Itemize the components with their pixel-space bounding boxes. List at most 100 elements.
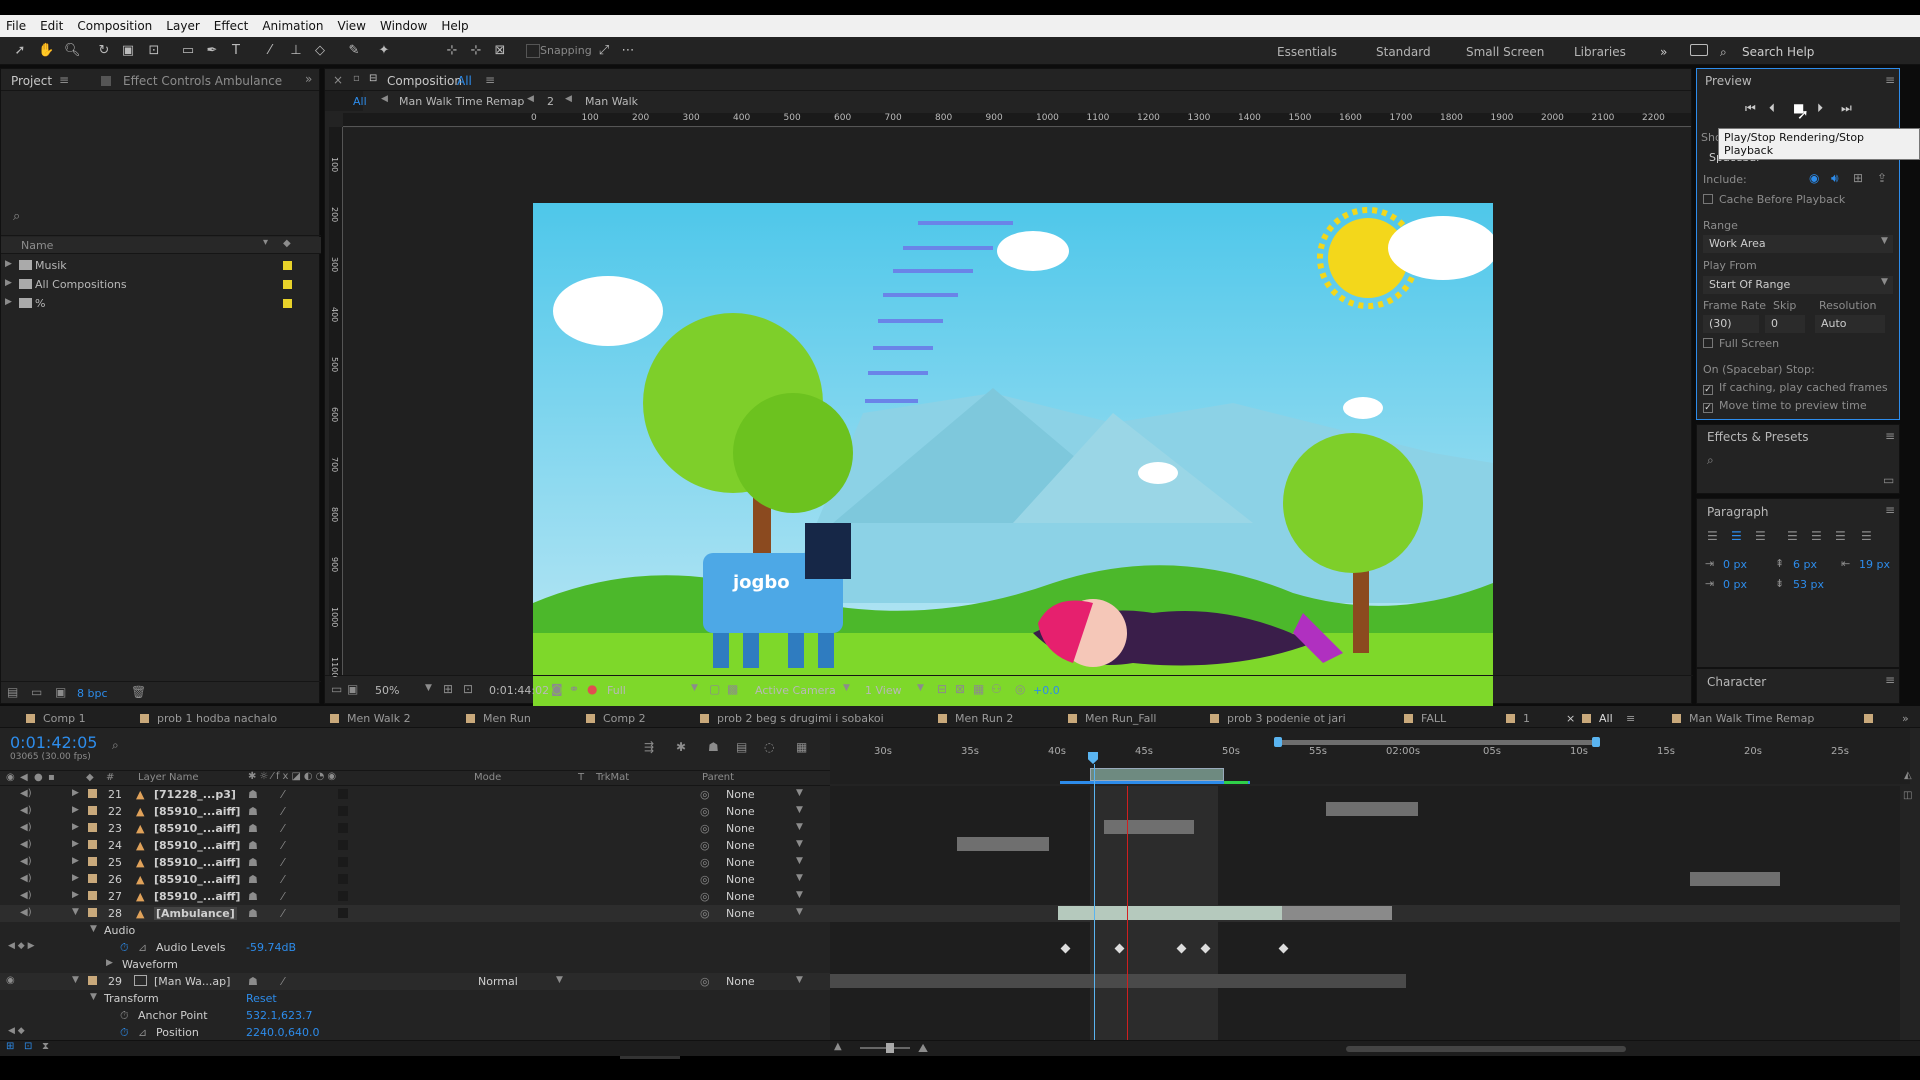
panel-overflow-icon[interactable]: »	[305, 72, 312, 86]
position-row[interactable]: ◀ ◆ ⏱ ⊿ Position 2240.0,640.0	[0, 1024, 830, 1041]
view-layout-select[interactable]: 1 View	[865, 684, 902, 697]
time-navigator-end-handle[interactable]	[1592, 737, 1600, 747]
quality-switch-icon[interactable]: ⁄	[282, 975, 284, 988]
menu-view[interactable]: View	[338, 19, 366, 33]
last-frame-icon[interactable]: ⏭	[1841, 101, 1852, 116]
workspace-standard[interactable]: Standard	[1376, 45, 1431, 59]
roto-brush-tool-icon[interactable]: ✎	[346, 43, 362, 59]
breadcrumb-2[interactable]: 2	[547, 95, 554, 108]
waveform-row[interactable]: ▶ Waveform	[0, 956, 830, 973]
shy-switch-icon[interactable]: ☗	[248, 805, 258, 818]
expand-triangle-icon[interactable]: ▶	[72, 788, 79, 798]
include-passthrough-icon[interactable]: ⇪	[1877, 171, 1887, 185]
chevron-down-icon[interactable]: ▼	[796, 873, 803, 883]
viewer-3d-icon[interactable]: ▣	[347, 682, 358, 696]
chevron-down-icon[interactable]: ▼	[556, 975, 563, 985]
quality-switch-icon[interactable]: ⁄	[282, 856, 284, 869]
axis-world-icon[interactable]: ⊹	[468, 43, 484, 59]
range-select[interactable]: Work Area	[1703, 235, 1893, 253]
indent-right-value[interactable]: 0 px	[1723, 578, 1747, 591]
move-time-checkbox[interactable]: ✓ Move time to preview time	[1703, 399, 1867, 413]
project-item[interactable]: ▶ Musik	[1, 257, 321, 275]
layer-name[interactable]: [85910_...aiff]	[154, 839, 240, 852]
reset-link[interactable]: Reset	[246, 992, 277, 1005]
audio-speaker-icon[interactable]: ◀)	[20, 856, 32, 867]
tab-comp-2[interactable]: Comp 2	[586, 712, 646, 725]
label-color-swatch[interactable]	[88, 874, 97, 883]
resolution-select[interactable]: Auto	[1815, 315, 1885, 333]
col-mode[interactable]: Mode	[474, 772, 501, 783]
bit-depth-button[interactable]: 8 bpc	[77, 687, 108, 700]
label-tag-icon[interactable]: ◆	[86, 772, 94, 783]
parent-select[interactable]: None	[726, 822, 755, 835]
flowchart-icon[interactable]: ⚇	[991, 682, 1002, 696]
justify-center-icon[interactable]: ☰	[1811, 529, 1822, 543]
camera-tool-icon[interactable]: ▣	[120, 43, 136, 59]
color-channel-icon[interactable]: ●	[587, 682, 597, 696]
tab-prob-3[interactable]: prob 3 podenie ot jari	[1210, 712, 1346, 725]
col-trkmat[interactable]: TrkMat	[596, 772, 629, 783]
wrench-icon[interactable]: ◫	[1903, 790, 1912, 801]
chevron-down-icon[interactable]: ▼	[796, 856, 803, 866]
shy-switch-icon[interactable]: ☗	[248, 856, 258, 869]
label-color-swatch[interactable]	[88, 823, 97, 832]
close-icon[interactable]: ×	[333, 73, 343, 87]
panel-menu-icon[interactable]: ≡	[485, 73, 495, 87]
quality-switch-icon[interactable]: ⁄	[282, 805, 284, 818]
audio-speaker-icon[interactable]: ◀	[20, 772, 28, 783]
expand-triangle-icon[interactable]: ▼	[72, 907, 79, 917]
axis-view-icon[interactable]: ⊠	[492, 43, 508, 59]
label-color-swatch[interactable]	[88, 857, 97, 866]
justify-right-icon[interactable]: ☰	[1835, 529, 1846, 543]
layer-name[interactable]: [71228_...p3]	[154, 788, 236, 801]
expand-triangle-icon[interactable]: ▶	[72, 856, 79, 866]
anchor-point-row[interactable]: ⏱ Anchor Point 532.1,623.7	[0, 1007, 830, 1024]
timeline-current-time[interactable]: 0:01:42:05	[10, 733, 97, 752]
quality-switch-icon[interactable]: ⁄	[282, 890, 284, 903]
chevron-down-icon[interactable]: ▼	[796, 975, 803, 985]
expand-triangle-icon[interactable]: ▶	[72, 890, 79, 900]
rectangle-tool-icon[interactable]: ▭	[180, 43, 196, 59]
layer-name[interactable]: [85910_...aiff]	[154, 805, 240, 818]
composition-canvas[interactable]: jogbo	[533, 203, 1493, 725]
quality-switch-icon[interactable]: ⁄	[282, 907, 284, 920]
tab-project[interactable]: Project	[11, 74, 52, 88]
snap-grid-icon[interactable]: ⋯	[620, 43, 636, 59]
shy-switch-icon[interactable]: ☗	[248, 907, 258, 920]
audio-levels-value[interactable]: -59.74dB	[246, 941, 296, 954]
switch-box[interactable]	[338, 806, 348, 816]
expand-triangle-icon[interactable]: ▶	[72, 873, 79, 883]
pickwhip-icon[interactable]: ◎	[700, 873, 710, 886]
parent-select[interactable]: None	[726, 975, 755, 988]
tab-comp-1[interactable]: Comp 1	[26, 712, 86, 725]
type-tool-icon[interactable]: T	[228, 43, 244, 59]
audio-group-row[interactable]: ▼ Audio	[0, 922, 830, 939]
trash-icon[interactable]: 🗑︎	[131, 685, 146, 699]
project-item[interactable]: ▶ All Compositions	[1, 276, 321, 294]
col-layer-name[interactable]: Layer Name	[138, 772, 199, 783]
snapping-checkbox[interactable]	[526, 44, 540, 58]
mode-select[interactable]: Normal	[478, 975, 518, 988]
pickwhip-icon[interactable]: ◎	[700, 805, 710, 818]
brush-tool-icon[interactable]: ⁄	[262, 43, 278, 59]
project-item[interactable]: ▶ %	[1, 295, 321, 313]
chevron-down-icon[interactable]: ▼	[425, 683, 432, 693]
audio-speaker-icon[interactable]: ◀)	[20, 873, 32, 884]
time-navigator-start-handle[interactable]	[1274, 737, 1282, 747]
rotate-tool-icon[interactable]: ↻	[96, 43, 112, 59]
horizontal-ruler[interactable]: 0 100 200 300 400 500 600 700 800 900 1000 1100 1200…	[343, 113, 1691, 127]
tab-men-walk-2[interactable]: Men Walk 2	[330, 712, 411, 725]
space-after-value[interactable]: 53 px	[1793, 578, 1824, 591]
switch-box[interactable]	[338, 874, 348, 884]
chevron-down-icon[interactable]: ▼	[796, 907, 803, 917]
layer-row[interactable]: ◀) ▶ 27 ▲ [85910_...aiff] ☗ ⁄ ◎ None ▼	[0, 888, 830, 905]
label-color-swatch[interactable]	[88, 840, 97, 849]
label-color-swatch[interactable]	[283, 261, 292, 270]
space-before-value[interactable]: 6 px	[1793, 558, 1817, 571]
solo-icon[interactable]: ●	[34, 772, 43, 783]
pickwhip-icon[interactable]: ◎	[700, 907, 710, 920]
layer-switches-toggle-icon[interactable]: ⊞	[6, 1041, 14, 1052]
tab-prob-2[interactable]: prob 2 beg s drugimi i sobakoi	[700, 712, 884, 725]
lock-icon[interactable]: ▫	[353, 73, 360, 84]
menu-help[interactable]: Help	[441, 19, 468, 33]
